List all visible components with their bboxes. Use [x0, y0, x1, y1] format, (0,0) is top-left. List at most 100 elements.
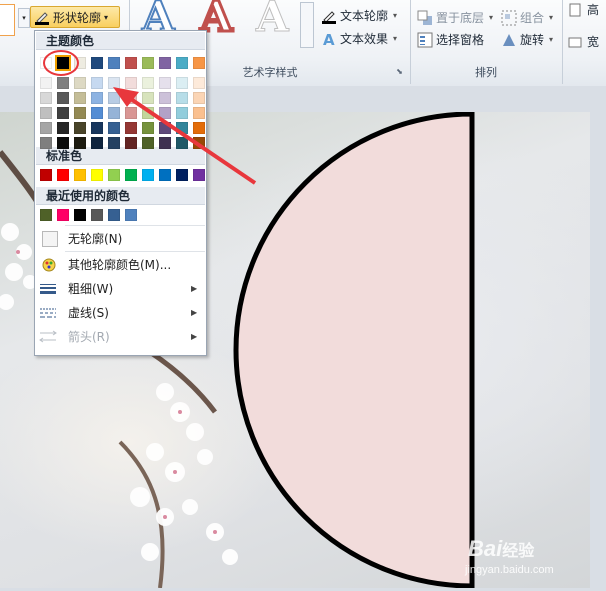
theme-shade-swatch[interactable]	[91, 137, 103, 149]
text-effects-button[interactable]: A 文本效果 ▾	[321, 29, 397, 49]
theme-shade-swatch[interactable]	[176, 107, 188, 119]
text-outline-button[interactable]: 文本轮廓 ▾	[321, 6, 397, 26]
theme-shade-swatch[interactable]	[74, 92, 86, 104]
theme-shade-swatch[interactable]	[40, 137, 52, 149]
selection-pane-button[interactable]: 选择窗格	[417, 30, 484, 50]
send-to-back-button[interactable]: 置于底层 ▾	[417, 8, 493, 28]
theme-shade-swatch[interactable]	[91, 107, 103, 119]
group-button[interactable]: 组合 ▾	[501, 8, 553, 28]
theme-shade-swatch[interactable]	[159, 77, 171, 89]
theme-color-swatch[interactable]	[40, 57, 52, 69]
standard-color-swatch[interactable]	[40, 169, 52, 181]
theme-shade-swatch[interactable]	[91, 92, 103, 104]
theme-shade-swatch[interactable]	[159, 137, 171, 149]
theme-color-swatch[interactable]	[125, 57, 137, 69]
theme-shade-swatch[interactable]	[74, 107, 86, 119]
standard-color-swatch[interactable]	[176, 169, 188, 181]
theme-shade-swatch[interactable]	[108, 92, 120, 104]
recent-color-swatch[interactable]	[74, 209, 86, 221]
shape-style-preview[interactable]	[0, 4, 15, 36]
shape-styles-more-button[interactable]: ▾	[18, 8, 30, 28]
arrows-icon	[36, 325, 64, 349]
theme-color-swatch[interactable]	[176, 57, 188, 69]
theme-shade-swatch[interactable]	[74, 137, 86, 149]
standard-color-swatch[interactable]	[91, 169, 103, 181]
recent-color-swatch[interactable]	[40, 209, 52, 221]
standard-color-swatch[interactable]	[125, 169, 137, 181]
theme-shade-swatch[interactable]	[125, 77, 137, 89]
theme-shade-swatch[interactable]	[91, 77, 103, 89]
dashes-item[interactable]: 虚线(S) ▶	[36, 301, 205, 325]
standard-color-swatch[interactable]	[108, 169, 120, 181]
theme-shade-swatch[interactable]	[57, 107, 69, 119]
theme-shade-swatch[interactable]	[176, 122, 188, 134]
theme-shade-swatch[interactable]	[40, 107, 52, 119]
arrows-label: 箭头(R)	[68, 330, 110, 344]
theme-shade-swatch[interactable]	[176, 92, 188, 104]
theme-shade-swatch[interactable]	[74, 122, 86, 134]
theme-shade-swatch[interactable]	[125, 92, 137, 104]
no-outline-item[interactable]: 无轮廓(N)	[36, 227, 205, 251]
theme-shade-swatch[interactable]	[159, 122, 171, 134]
theme-color-swatch[interactable]	[108, 57, 120, 69]
theme-shade-swatch[interactable]	[142, 107, 154, 119]
recent-color-swatch[interactable]	[125, 209, 137, 221]
theme-shade-swatch[interactable]	[91, 122, 103, 134]
standard-color-swatch[interactable]	[74, 169, 86, 181]
theme-shade-swatch[interactable]	[193, 92, 205, 104]
theme-shade-swatch[interactable]	[40, 92, 52, 104]
weight-item[interactable]: 粗细(W) ▶	[36, 277, 205, 301]
theme-shade-swatch[interactable]	[40, 77, 52, 89]
theme-color-swatch[interactable]	[193, 57, 205, 69]
recent-color-swatch[interactable]	[108, 209, 120, 221]
theme-shade-swatch[interactable]	[193, 77, 205, 89]
theme-shade-swatch[interactable]	[108, 137, 120, 149]
recent-color-swatch[interactable]	[57, 209, 69, 221]
half-circle-shape[interactable]	[233, 112, 475, 588]
theme-shade-swatch[interactable]	[108, 77, 120, 89]
theme-shade-swatch[interactable]	[57, 92, 69, 104]
theme-shade-swatch[interactable]	[142, 137, 154, 149]
theme-shade-swatch[interactable]	[57, 77, 69, 89]
theme-shade-swatch[interactable]	[125, 122, 137, 134]
theme-shade-swatch[interactable]	[142, 92, 154, 104]
width-field[interactable]: 宽	[568, 32, 599, 52]
theme-color-swatch[interactable]	[159, 57, 171, 69]
theme-shade-swatch[interactable]	[108, 107, 120, 119]
theme-shade-swatch[interactable]	[108, 122, 120, 134]
theme-shade-swatch[interactable]	[57, 122, 69, 134]
shape-outline-button[interactable]: 形状轮廓 ▾	[30, 6, 120, 28]
recent-color-swatch[interactable]	[91, 209, 103, 221]
theme-shade-swatch[interactable]	[193, 122, 205, 134]
recent-colors-header: 最近使用的颜色	[36, 187, 205, 205]
theme-shade-swatch[interactable]	[57, 137, 69, 149]
standard-color-swatch[interactable]	[159, 169, 171, 181]
theme-shade-swatch[interactable]	[142, 122, 154, 134]
svg-text:A: A	[323, 31, 335, 47]
theme-shade-swatch[interactable]	[159, 107, 171, 119]
group-icon	[501, 10, 517, 26]
height-field[interactable]: 高	[568, 0, 599, 20]
theme-color-swatch[interactable]	[91, 57, 103, 69]
theme-shade-swatch[interactable]	[125, 107, 137, 119]
theme-shade-swatch[interactable]	[159, 92, 171, 104]
theme-shade-swatch[interactable]	[74, 77, 86, 89]
theme-shade-swatch[interactable]	[193, 107, 205, 119]
theme-shade-swatch[interactable]	[176, 137, 188, 149]
standard-color-swatch[interactable]	[193, 169, 205, 181]
theme-color-swatch[interactable]	[74, 57, 86, 69]
theme-shade-swatch[interactable]	[40, 122, 52, 134]
theme-color-swatch[interactable]	[142, 57, 154, 69]
standard-color-swatch[interactable]	[57, 169, 69, 181]
theme-color-swatch[interactable]	[55, 55, 71, 71]
theme-shade-swatch[interactable]	[193, 137, 205, 149]
theme-shade-swatch[interactable]	[142, 77, 154, 89]
standard-color-swatch[interactable]	[142, 169, 154, 181]
wordart-style-plain[interactable]: A	[256, 0, 290, 40]
wordart-gallery-scroll[interactable]	[300, 2, 314, 48]
dialog-launcher-icon[interactable]: ⬊	[395, 67, 404, 76]
rotate-button[interactable]: 旋转 ▾	[501, 30, 553, 50]
more-outline-colors-item[interactable]: 其他轮廓颜色(M)...	[36, 253, 205, 277]
theme-shade-swatch[interactable]	[125, 137, 137, 149]
theme-shade-swatch[interactable]	[176, 77, 188, 89]
